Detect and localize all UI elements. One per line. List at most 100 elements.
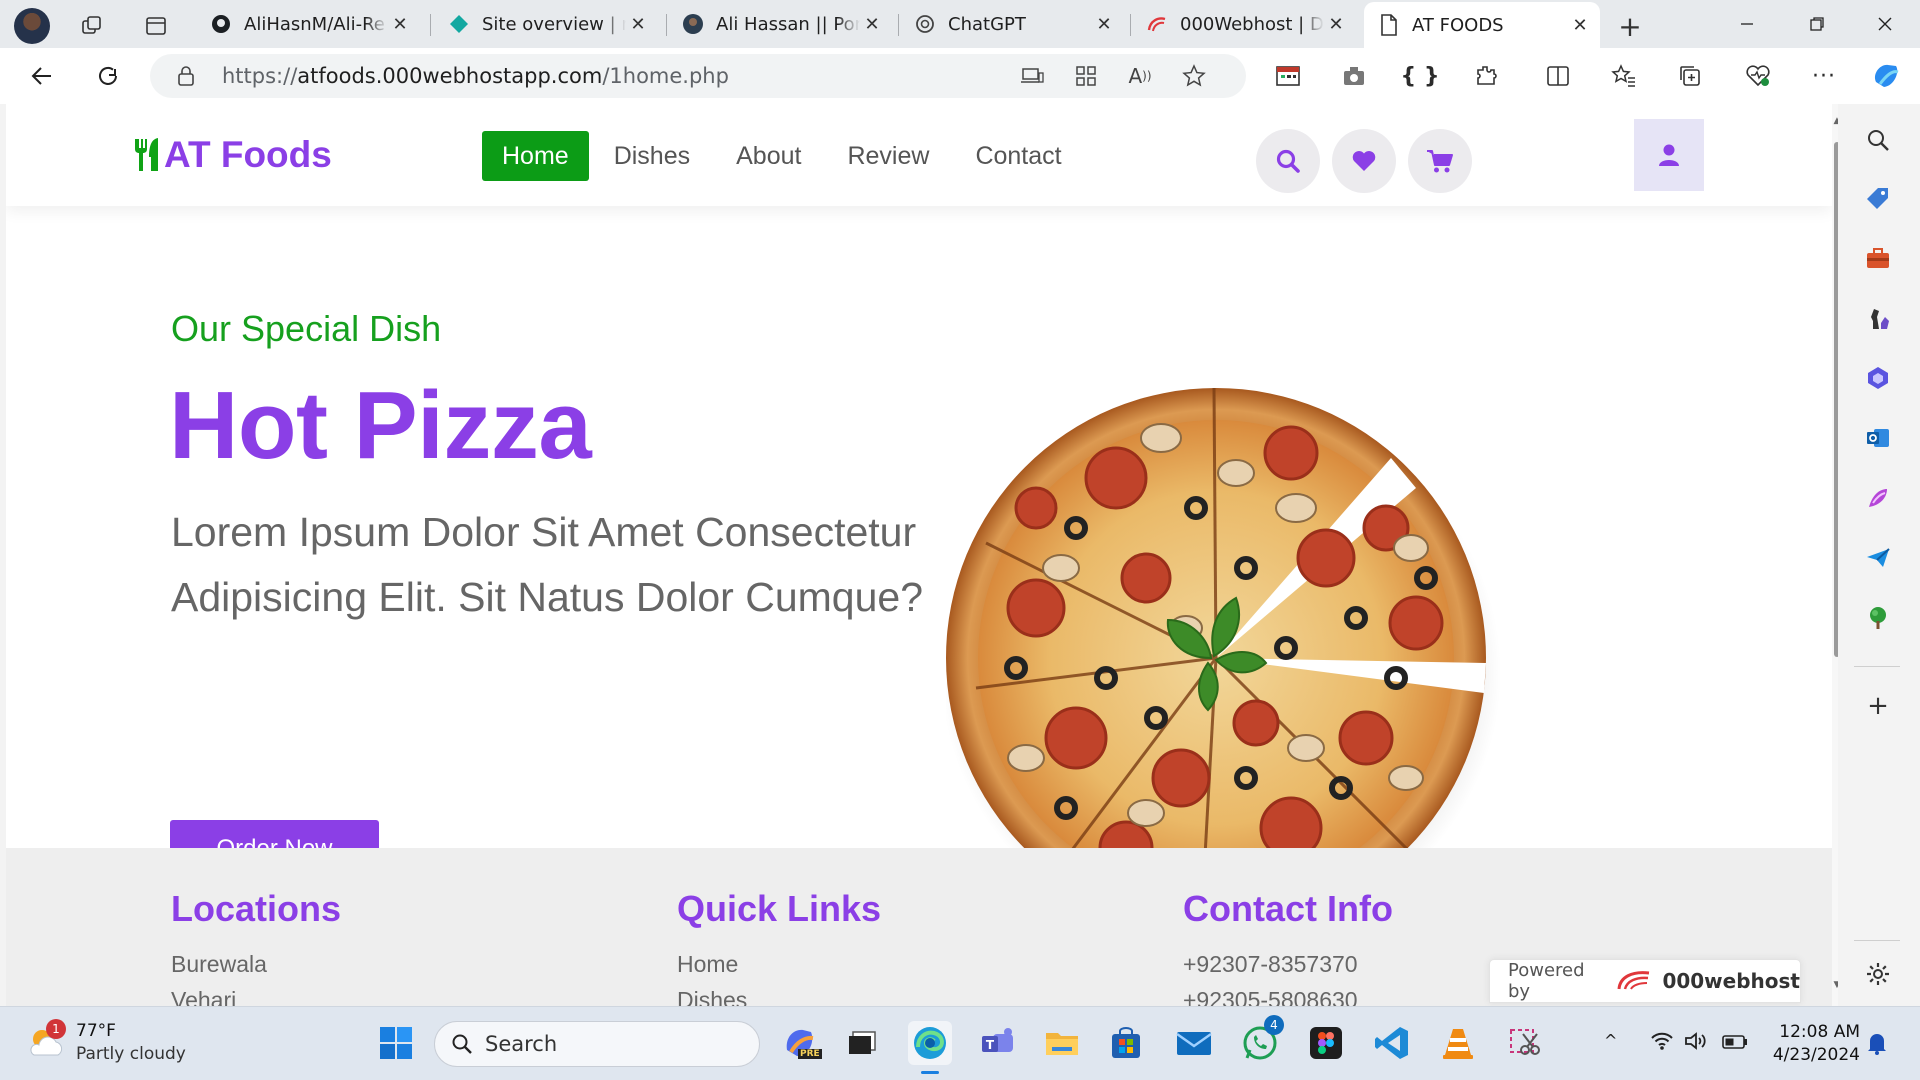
device-icon[interactable] bbox=[1012, 56, 1052, 96]
favorites-icon[interactable] bbox=[1604, 56, 1644, 96]
search-button[interactable] bbox=[1256, 129, 1320, 193]
wishlist-button[interactable] bbox=[1332, 129, 1396, 193]
tab-title: AT FOODS bbox=[1412, 14, 1504, 36]
snipping-tool-button[interactable] bbox=[1502, 1021, 1546, 1065]
footer-link[interactable]: Burewala bbox=[171, 947, 341, 981]
powered-by-badge[interactable]: Powered by 000webhost bbox=[1489, 959, 1801, 1003]
footer-link[interactable]: Home bbox=[677, 947, 881, 981]
edge-taskbar-button[interactable] bbox=[908, 1021, 952, 1065]
tab-close-icon[interactable]: ✕ bbox=[1568, 15, 1592, 36]
active-app-indicator bbox=[921, 1071, 939, 1074]
whatsapp-button[interactable]: 4 bbox=[1238, 1015, 1284, 1065]
workspaces-icon[interactable] bbox=[74, 8, 110, 44]
tab-title: Site overview | re bbox=[482, 13, 626, 35]
tab-close-icon[interactable]: ✕ bbox=[1092, 14, 1116, 35]
back-button[interactable] bbox=[22, 56, 62, 96]
copilot-icon[interactable] bbox=[1866, 56, 1906, 96]
address-bar[interactable]: https://atfoods.000webhostapp.com/1home.… bbox=[150, 54, 1246, 98]
microsoft-store-button[interactable] bbox=[1104, 1021, 1148, 1065]
mail-button[interactable] bbox=[1172, 1021, 1216, 1065]
send-icon[interactable] bbox=[1860, 540, 1896, 576]
vlc-button[interactable] bbox=[1436, 1021, 1480, 1065]
sidebar-search-icon[interactable] bbox=[1860, 122, 1896, 158]
site-logo[interactable]: AT Foods bbox=[132, 132, 332, 178]
000webhost-icon bbox=[1146, 13, 1168, 35]
nav-home[interactable]: Home bbox=[482, 131, 589, 181]
figma-button[interactable] bbox=[1304, 1021, 1348, 1065]
cart-button[interactable] bbox=[1408, 129, 1472, 193]
browser-essentials-icon[interactable] bbox=[1738, 56, 1778, 96]
footer-quick-links: Quick Links Home Dishes bbox=[677, 888, 881, 1006]
weather-widget[interactable]: 1 77°F Partly cloudy bbox=[26, 1019, 206, 1069]
close-window-button[interactable] bbox=[1850, 0, 1920, 48]
profile-avatar[interactable] bbox=[14, 8, 50, 44]
notification-bell-icon[interactable] bbox=[1866, 1031, 1888, 1060]
outlook-icon[interactable] bbox=[1860, 420, 1896, 456]
vscode-icon bbox=[1375, 1027, 1408, 1059]
vertical-tabs-icon[interactable] bbox=[138, 8, 174, 44]
designer-icon[interactable] bbox=[1860, 480, 1896, 516]
footer-link[interactable]: Vehari bbox=[171, 983, 341, 1006]
tools-icon[interactable] bbox=[1860, 240, 1896, 276]
user-account-button[interactable] bbox=[1634, 119, 1704, 191]
tab-divider bbox=[430, 14, 431, 36]
refresh-button[interactable] bbox=[88, 56, 128, 96]
tab-000webhost[interactable]: 000Webhost | Da ✕ bbox=[1138, 6, 1356, 42]
tree-icon[interactable] bbox=[1860, 600, 1896, 636]
tab-at-foods[interactable]: AT FOODS ✕ bbox=[1364, 2, 1600, 48]
collections-icon[interactable] bbox=[1670, 56, 1710, 96]
battery-icon[interactable] bbox=[1722, 1031, 1748, 1055]
nav-review[interactable]: Review bbox=[826, 131, 950, 181]
task-view-button[interactable] bbox=[840, 1021, 884, 1065]
tab-close-icon[interactable]: ✕ bbox=[388, 14, 412, 35]
taskbar-search[interactable]: Search bbox=[434, 1021, 760, 1067]
windows-start-button[interactable] bbox=[374, 1021, 418, 1065]
tab-site-overview[interactable]: Site overview | re ✕ bbox=[440, 6, 658, 42]
tab-close-icon[interactable]: ✕ bbox=[626, 14, 650, 35]
new-tab-button[interactable]: + bbox=[1610, 8, 1650, 44]
wifi-icon[interactable] bbox=[1650, 1031, 1674, 1056]
search-icon bbox=[452, 1034, 472, 1054]
tab-close-icon[interactable]: ✕ bbox=[1324, 14, 1348, 35]
settings-gear-icon[interactable] bbox=[1860, 956, 1896, 992]
tab-close-icon[interactable]: ✕ bbox=[860, 14, 884, 35]
footer-phone[interactable]: +92305-5808630 bbox=[1183, 983, 1393, 1006]
shopping-tag-icon[interactable] bbox=[1860, 180, 1896, 216]
favorite-star-icon[interactable] bbox=[1174, 56, 1214, 96]
more-options-icon[interactable]: ··· bbox=[1804, 56, 1844, 96]
calendar-extension-icon[interactable] bbox=[1268, 56, 1308, 96]
copilot-taskbar-button[interactable]: PRE bbox=[778, 1021, 822, 1065]
hero-subtitle: Our Special Dish bbox=[171, 308, 442, 349]
url-text[interactable]: https://atfoods.000webhostapp.com/1home.… bbox=[222, 64, 729, 88]
file-explorer-button[interactable] bbox=[1040, 1021, 1084, 1065]
add-sidebar-app-icon[interactable]: + bbox=[1860, 688, 1896, 724]
microsoft-365-icon[interactable] bbox=[1860, 360, 1896, 396]
split-screen-icon[interactable] bbox=[1538, 56, 1578, 96]
volume-icon[interactable] bbox=[1684, 1031, 1708, 1056]
mail-icon bbox=[1176, 1032, 1212, 1055]
search-placeholder: Search bbox=[485, 1032, 558, 1056]
games-icon[interactable] bbox=[1860, 300, 1896, 336]
restore-button[interactable] bbox=[1782, 0, 1852, 48]
camera-icon[interactable] bbox=[1334, 56, 1374, 96]
show-hidden-icons-chevron-icon[interactable]: ^ bbox=[1604, 1031, 1617, 1050]
app-grid-icon[interactable] bbox=[1066, 56, 1106, 96]
nav-contact[interactable]: Contact bbox=[954, 131, 1082, 181]
lock-icon[interactable] bbox=[166, 56, 206, 96]
nav-about[interactable]: About bbox=[715, 131, 822, 181]
nav-dishes[interactable]: Dishes bbox=[593, 131, 711, 181]
tab-portfolio[interactable]: Ali Hassan || Port ✕ bbox=[674, 6, 892, 42]
teams-taskbar-button[interactable]: T bbox=[976, 1021, 1020, 1065]
extensions-icon[interactable] bbox=[1466, 56, 1506, 96]
footer-phone[interactable]: +92307-8357370 bbox=[1183, 947, 1393, 981]
json-viewer-icon[interactable]: { } bbox=[1400, 56, 1440, 96]
tab-chatgpt[interactable]: ChatGPT ✕ bbox=[906, 6, 1124, 42]
minimize-button[interactable] bbox=[1712, 0, 1782, 48]
weather-badge: 1 bbox=[46, 1019, 66, 1039]
sidebar-divider bbox=[1854, 666, 1900, 667]
footer-link[interactable]: Dishes bbox=[677, 983, 881, 1006]
system-clock[interactable]: 12:08 AM 4/23/2024 bbox=[1764, 1021, 1860, 1067]
tab-github[interactable]: AliHasnM/Ali-Re ✕ bbox=[202, 6, 420, 42]
read-aloud-icon[interactable]: A)) bbox=[1120, 56, 1160, 96]
vscode-button[interactable] bbox=[1370, 1021, 1414, 1065]
